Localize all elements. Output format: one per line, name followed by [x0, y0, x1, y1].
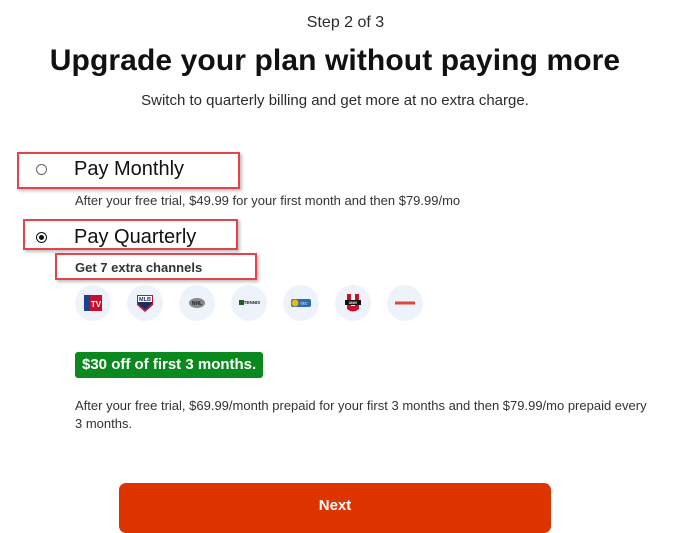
svg-text:UNIV: UNIV — [349, 301, 358, 305]
tennis-channel-logo-icon: TENNIS — [231, 285, 267, 321]
channel-logos: TV MLB NHL TENNIS SEC UNIV — [75, 285, 423, 321]
sec-network-logo-icon: SEC — [283, 285, 319, 321]
u-network-logo-icon: UNIV — [335, 285, 371, 321]
plan-option-monthly[interactable]: Pay Monthly — [36, 158, 184, 181]
plan-description-monthly: After your free trial, $49.99 for your f… — [75, 193, 461, 208]
plan-label-quarterly[interactable]: Pay Quarterly — [74, 226, 196, 249]
nba-tv-logo-icon: TV — [75, 285, 111, 321]
promo-badge: $30 off of first 3 months. — [75, 352, 264, 378]
svg-text:MLB: MLB — [139, 297, 151, 303]
svg-text:NHL: NHL — [192, 301, 202, 307]
page-title: Upgrade your plan without paying more — [49, 44, 621, 77]
step-indicator: Step 2 of 3 — [306, 14, 385, 31]
page-subtitle: Switch to quarterly billing and get more… — [141, 92, 529, 109]
radio-quarterly[interactable] — [36, 232, 47, 243]
svg-text:TENNIS: TENNIS — [244, 300, 261, 305]
extra-channels-label: Get 7 extra channels — [75, 260, 203, 275]
radio-monthly[interactable] — [36, 164, 47, 175]
sportsman-logo-icon — [387, 285, 423, 321]
plan-description-quarterly: After your free trial, $69.99/month prep… — [75, 398, 647, 431]
nhl-network-logo-icon: NHL — [179, 285, 215, 321]
mlb-network-logo-icon: MLB — [127, 285, 163, 321]
svg-text:SEC: SEC — [300, 302, 308, 306]
plan-label-monthly[interactable]: Pay Monthly — [74, 158, 184, 181]
next-button[interactable]: Next — [119, 483, 551, 533]
plan-option-quarterly[interactable]: Pay Quarterly — [36, 226, 196, 249]
svg-text:TV: TV — [91, 300, 102, 309]
